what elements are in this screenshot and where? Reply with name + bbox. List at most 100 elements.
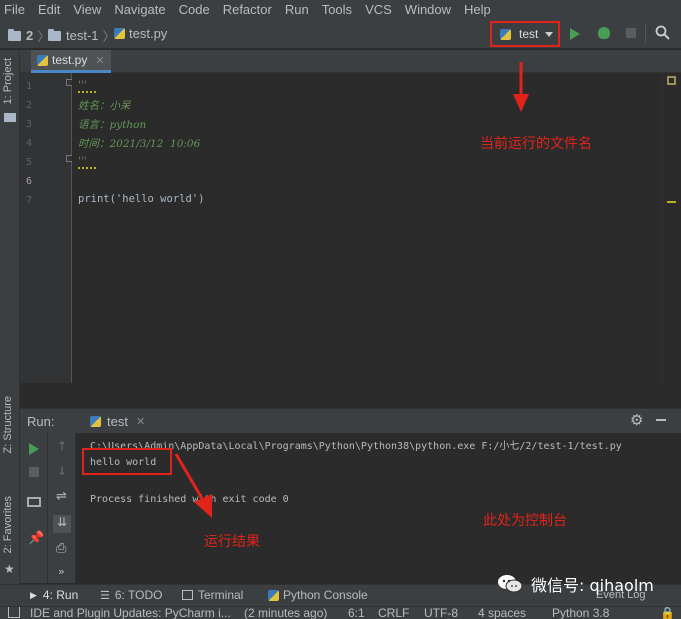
run-configuration-selector[interactable]: test <box>490 21 560 47</box>
run-toolbar-primary: 📌 <box>20 433 48 583</box>
run-button[interactable] <box>570 28 580 40</box>
menu-help[interactable]: Help <box>464 2 491 17</box>
star-icon: ★ <box>4 562 15 576</box>
editor-tab-label: test.py <box>52 53 88 67</box>
editor-tab-test-py[interactable]: test.py ✕ <box>31 50 111 73</box>
toolbar-divider <box>645 23 646 43</box>
line-number: 1 <box>25 81 32 92</box>
project-folder-icon <box>4 113 16 122</box>
editor-scrollbar[interactable] <box>662 73 681 383</box>
more-icon[interactable]: » <box>58 565 65 578</box>
breadcrumb-folder[interactable]: test-1 〉 <box>48 26 120 45</box>
menu-edit[interactable]: Edit <box>38 2 60 17</box>
watermark: 微信号: qihaolm <box>497 572 654 596</box>
rerun-button[interactable] <box>29 443 39 455</box>
breadcrumb-file[interactable]: test.py <box>114 26 167 41</box>
soft-wrap-icon[interactable]: ⇌ <box>56 489 67 504</box>
bug-icon <box>598 27 610 39</box>
tool-tab-python-console[interactable]: Python Console <box>268 588 368 602</box>
pin-icon[interactable]: 📌 <box>28 531 44 546</box>
menu-window[interactable]: Window <box>405 2 451 17</box>
breadcrumb-project-label: 2 <box>26 28 34 43</box>
status-line-separator[interactable]: CRLF <box>378 607 409 619</box>
status-bar: IDE and Plugin Updates: PyCharm i... (2 … <box>0 606 681 619</box>
tool-tab-todo-label: 6: TODO <box>114 588 163 602</box>
tool-tab-run[interactable]: ▶ 4: Run <box>30 588 78 602</box>
panel-toggle-icon[interactable] <box>8 607 20 618</box>
typo-underline <box>78 167 96 169</box>
scroll-to-end-icon[interactable]: ⇊ <box>53 515 71 533</box>
navigation-bar: 2 〉 test-1 〉 test.py <box>0 19 681 49</box>
stop-button[interactable] <box>626 28 636 38</box>
terminal-icon <box>182 590 193 600</box>
line-number: 2 <box>25 100 32 111</box>
menu-vcs[interactable]: VCS <box>365 2 392 17</box>
debug-button[interactable] <box>598 27 610 39</box>
stop-icon <box>29 467 39 477</box>
status-message[interactable]: IDE and Plugin Updates: PyCharm i... <box>30 607 231 619</box>
status-caret-position[interactable]: 6:1 <box>348 607 365 619</box>
run-panel-label: Run: <box>27 414 55 429</box>
python-file-icon <box>37 54 48 66</box>
arrow-up-icon[interactable]: ↑ <box>57 439 67 453</box>
stop-icon <box>626 28 636 38</box>
folder-icon <box>48 28 61 41</box>
close-icon[interactable]: ✕ <box>136 415 145 428</box>
code-line-print: print('hello world') <box>78 193 205 205</box>
menu-navigate[interactable]: Navigate <box>114 2 165 17</box>
gear-icon[interactable]: ⚙ <box>630 411 643 429</box>
tool-tab-project[interactable]: 1: Project <box>2 58 14 104</box>
layout-icon[interactable] <box>27 497 41 507</box>
stop-run-button[interactable] <box>29 467 39 477</box>
editor-tab-bar: test.py ✕ <box>20 50 681 73</box>
code-line: ''' <box>78 79 87 91</box>
list-icon: ☰ <box>100 589 110 602</box>
inspection-status-icon[interactable] <box>667 76 676 85</box>
menu-view[interactable]: View <box>73 2 101 17</box>
error-stripe-marker[interactable] <box>667 201 676 203</box>
line-number-gutter: 1 2 3 4 5 6 7 <box>20 73 73 383</box>
tool-tab-python-console-label: Python Console <box>283 588 368 602</box>
run-panel-header: Run: test ✕ ⚙ <box>20 408 681 433</box>
menu-file[interactable]: File <box>4 2 25 17</box>
line-number: 4 <box>25 138 32 149</box>
code-editor[interactable]: ''' 姓名：小呆 语言：python 时间：2021/3/12 10:06 '… <box>72 73 662 383</box>
annotation-arrow <box>174 453 212 518</box>
menu-tools[interactable]: Tools <box>322 2 352 17</box>
play-small-icon: ▶ <box>30 589 37 600</box>
python-icon <box>90 416 101 427</box>
tool-tab-terminal[interactable]: Terminal <box>182 588 243 602</box>
folder-icon <box>8 28 21 41</box>
status-indent[interactable]: 4 spaces <box>478 607 526 619</box>
tool-tab-favorites[interactable]: 2: Favorites <box>2 496 14 553</box>
status-encoding[interactable]: UTF-8 <box>424 607 458 619</box>
run-configuration-name: test <box>519 27 539 41</box>
menu-run[interactable]: Run <box>285 2 309 17</box>
minimize-icon[interactable] <box>656 419 666 421</box>
play-icon <box>29 443 39 455</box>
print-icon[interactable]: ⎙ <box>56 541 66 556</box>
run-toolbar-secondary: ↑ ↓ ⇌ ⇊ ⎙ » <box>48 433 76 583</box>
tool-tab-structure[interactable]: Z: Structure <box>2 396 14 453</box>
annotation-console: 此处为控制台 <box>483 513 567 529</box>
menu-code[interactable]: Code <box>179 2 210 17</box>
play-icon <box>570 28 580 40</box>
tool-tab-todo[interactable]: ☰ 6: TODO <box>100 588 162 602</box>
line-number: 3 <box>25 119 32 130</box>
code-line: 语言：python <box>78 119 147 131</box>
menu-refactor[interactable]: Refactor <box>223 2 272 17</box>
close-icon[interactable]: ✕ <box>95 54 104 67</box>
code-line: 姓名：小呆 <box>78 100 131 112</box>
status-interpreter[interactable]: Python 3.8 <box>552 607 609 619</box>
watermark-text: 微信号: qihaolm <box>531 576 654 595</box>
line-number: 7 <box>25 195 32 206</box>
lock-icon[interactable]: 🔒 <box>660 607 675 619</box>
python-file-icon <box>114 28 125 39</box>
search-button[interactable] <box>655 25 670 43</box>
run-panel-tab-label: test <box>107 414 128 429</box>
run-panel-tab[interactable]: test ✕ <box>90 414 145 429</box>
menu-bar: File Edit View Navigate Code Refactor Ru… <box>0 0 681 19</box>
left-tool-strip: 1: Project Z: Structure 2: Favorites ★ <box>0 50 20 584</box>
arrow-down-icon[interactable]: ↓ <box>57 464 67 478</box>
line-number: 5 <box>25 157 32 168</box>
